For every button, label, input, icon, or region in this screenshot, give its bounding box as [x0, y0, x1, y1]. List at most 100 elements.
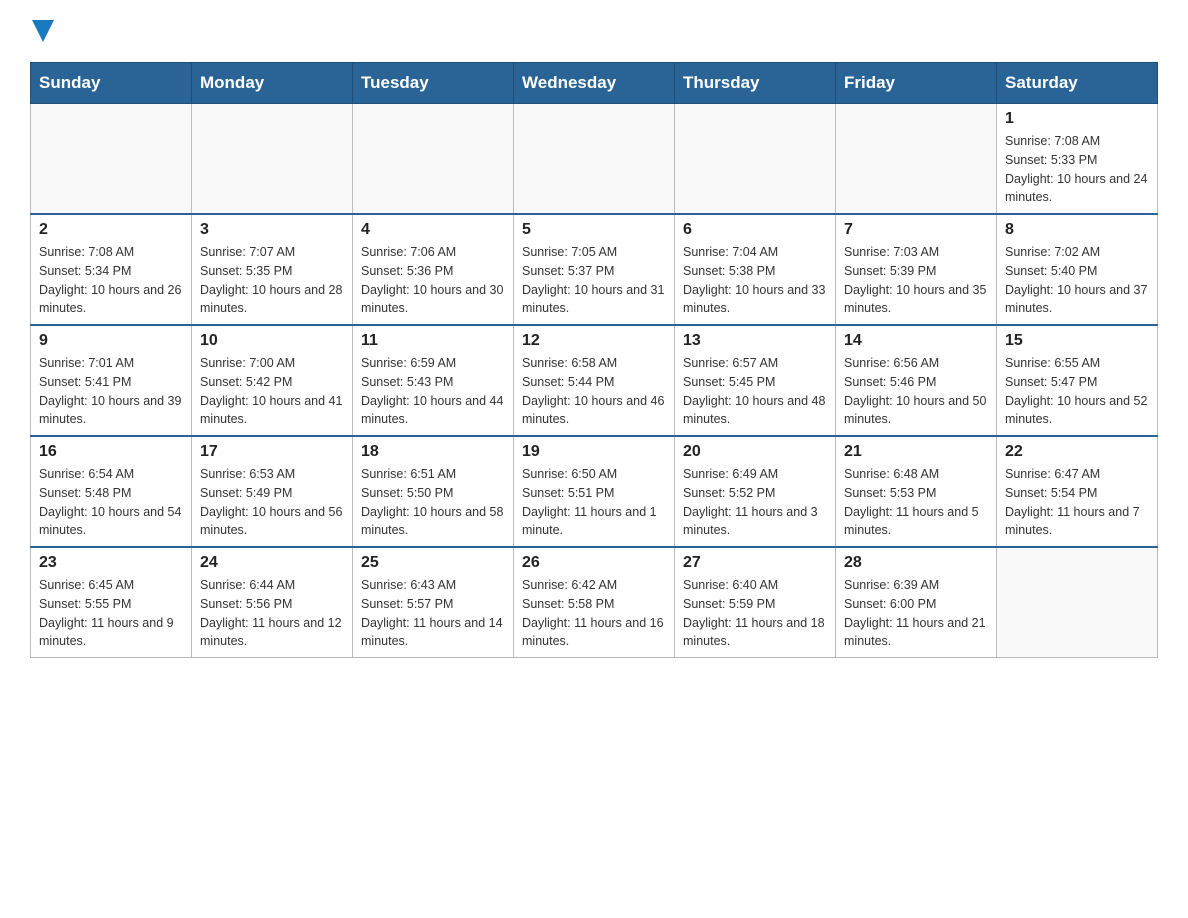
table-row: 17 Sunrise: 6:53 AMSunset: 5:49 PMDayligh… — [192, 436, 353, 547]
day-number: 7 — [844, 221, 988, 239]
page-header — [30, 20, 1158, 42]
table-row: 25 Sunrise: 6:43 AMSunset: 5:57 PMDayligh… — [353, 547, 514, 658]
day-info: Sunrise: 7:02 AMSunset: 5:40 PMDaylight:… — [1005, 243, 1149, 318]
table-row — [675, 104, 836, 215]
day-info: Sunrise: 6:47 AMSunset: 5:54 PMDaylight:… — [1005, 465, 1149, 540]
table-row: 1 Sunrise: 7:08 AMSunset: 5:33 PMDaylight… — [997, 104, 1158, 215]
table-row: 3 Sunrise: 7:07 AMSunset: 5:35 PMDaylight… — [192, 214, 353, 325]
day-info: Sunrise: 6:54 AMSunset: 5:48 PMDaylight:… — [39, 465, 183, 540]
table-row: 23 Sunrise: 6:45 AMSunset: 5:55 PMDayligh… — [31, 547, 192, 658]
day-number: 1 — [1005, 110, 1149, 128]
day-info: Sunrise: 6:45 AMSunset: 5:55 PMDaylight:… — [39, 576, 183, 651]
table-row: 20 Sunrise: 6:49 AMSunset: 5:52 PMDayligh… — [675, 436, 836, 547]
day-number: 17 — [200, 443, 344, 461]
day-info: Sunrise: 7:00 AMSunset: 5:42 PMDaylight:… — [200, 354, 344, 429]
header-saturday: Saturday — [997, 63, 1158, 104]
table-row: 6 Sunrise: 7:04 AMSunset: 5:38 PMDaylight… — [675, 214, 836, 325]
header-tuesday: Tuesday — [353, 63, 514, 104]
day-number: 5 — [522, 221, 666, 239]
day-number: 10 — [200, 332, 344, 350]
day-info: Sunrise: 7:07 AMSunset: 5:35 PMDaylight:… — [200, 243, 344, 318]
table-row: 22 Sunrise: 6:47 AMSunset: 5:54 PMDayligh… — [997, 436, 1158, 547]
table-row: 12 Sunrise: 6:58 AMSunset: 5:44 PMDayligh… — [514, 325, 675, 436]
calendar-week-row: 1 Sunrise: 7:08 AMSunset: 5:33 PMDaylight… — [31, 104, 1158, 215]
calendar-week-row: 16 Sunrise: 6:54 AMSunset: 5:48 PMDayligh… — [31, 436, 1158, 547]
day-number: 9 — [39, 332, 183, 350]
day-number: 25 — [361, 554, 505, 572]
table-row: 26 Sunrise: 6:42 AMSunset: 5:58 PMDayligh… — [514, 547, 675, 658]
calendar-week-row: 2 Sunrise: 7:08 AMSunset: 5:34 PMDaylight… — [31, 214, 1158, 325]
day-info: Sunrise: 7:08 AMSunset: 5:34 PMDaylight:… — [39, 243, 183, 318]
table-row: 4Sunrise: 7:06 AMSunset: 5:36 PMDaylight… — [353, 214, 514, 325]
day-info: Sunrise: 7:05 AMSunset: 5:37 PMDaylight:… — [522, 243, 666, 318]
day-number: 8 — [1005, 221, 1149, 239]
day-info: Sunrise: 6:59 AMSunset: 5:43 PMDaylight:… — [361, 354, 505, 429]
day-number: 20 — [683, 443, 827, 461]
day-number: 2 — [39, 221, 183, 239]
day-info: Sunrise: 7:04 AMSunset: 5:38 PMDaylight:… — [683, 243, 827, 318]
day-number: 3 — [200, 221, 344, 239]
table-row: 11 Sunrise: 6:59 AMSunset: 5:43 PMDayligh… — [353, 325, 514, 436]
table-row — [353, 104, 514, 215]
table-row — [514, 104, 675, 215]
day-number: 13 — [683, 332, 827, 350]
day-info: Sunrise: 6:40 AMSunset: 5:59 PMDaylight:… — [683, 576, 827, 651]
table-row: 15 Sunrise: 6:55 AMSunset: 5:47 PMDayligh… — [997, 325, 1158, 436]
day-number: 4 — [361, 221, 505, 239]
day-number: 26 — [522, 554, 666, 572]
day-info: Sunrise: 6:51 AMSunset: 5:50 PMDaylight:… — [361, 465, 505, 540]
table-row: 19 Sunrise: 6:50 AMSunset: 5:51 PMDayligh… — [514, 436, 675, 547]
calendar-table: Sunday Monday Tuesday Wednesday Thursday… — [30, 62, 1158, 658]
table-row: 9 Sunrise: 7:01 AMSunset: 5:41 PMDaylight… — [31, 325, 192, 436]
table-row: 14 Sunrise: 6:56 AMSunset: 5:46 PMDayligh… — [836, 325, 997, 436]
day-number: 14 — [844, 332, 988, 350]
table-row — [997, 547, 1158, 658]
day-info: Sunrise: 6:55 AMSunset: 5:47 PMDaylight:… — [1005, 354, 1149, 429]
day-info: Sunrise: 6:49 AMSunset: 5:52 PMDaylight:… — [683, 465, 827, 540]
logo-arrow-icon — [32, 16, 54, 42]
logo — [30, 20, 54, 42]
table-row: 5 Sunrise: 7:05 AMSunset: 5:37 PMDaylight… — [514, 214, 675, 325]
table-row: 24 Sunrise: 6:44 AMSunset: 5:56 PMDayligh… — [192, 547, 353, 658]
day-info: Sunrise: 6:42 AMSunset: 5:58 PMDaylight:… — [522, 576, 666, 651]
day-info: Sunrise: 7:01 AMSunset: 5:41 PMDaylight:… — [39, 354, 183, 429]
header-wednesday: Wednesday — [514, 63, 675, 104]
table-row — [31, 104, 192, 215]
day-number: 24 — [200, 554, 344, 572]
day-number: 21 — [844, 443, 988, 461]
header-monday: Monday — [192, 63, 353, 104]
table-row: 13 Sunrise: 6:57 AMSunset: 5:45 PMDayligh… — [675, 325, 836, 436]
day-info: Sunrise: 6:56 AMSunset: 5:46 PMDaylight:… — [844, 354, 988, 429]
day-info: Sunrise: 6:50 AMSunset: 5:51 PMDaylight:… — [522, 465, 666, 540]
day-info: Sunrise: 6:43 AMSunset: 5:57 PMDaylight:… — [361, 576, 505, 651]
day-number: 28 — [844, 554, 988, 572]
table-row: 27 Sunrise: 6:40 AMSunset: 5:59 PMDayligh… — [675, 547, 836, 658]
day-number: 22 — [1005, 443, 1149, 461]
day-number: 27 — [683, 554, 827, 572]
day-info: Sunrise: 6:57 AMSunset: 5:45 PMDaylight:… — [683, 354, 827, 429]
day-info: Sunrise: 6:53 AMSunset: 5:49 PMDaylight:… — [200, 465, 344, 540]
day-info: Sunrise: 6:58 AMSunset: 5:44 PMDaylight:… — [522, 354, 666, 429]
day-info: Sunrise: 7:03 AMSunset: 5:39 PMDaylight:… — [844, 243, 988, 318]
table-row: 21Sunrise: 6:48 AMSunset: 5:53 PMDayligh… — [836, 436, 997, 547]
table-row: 7 Sunrise: 7:03 AMSunset: 5:39 PMDaylight… — [836, 214, 997, 325]
calendar-week-row: 23 Sunrise: 6:45 AMSunset: 5:55 PMDayligh… — [31, 547, 1158, 658]
table-row: 10 Sunrise: 7:00 AMSunset: 5:42 PMDayligh… — [192, 325, 353, 436]
day-number: 11 — [361, 332, 505, 350]
day-number: 15 — [1005, 332, 1149, 350]
day-number: 6 — [683, 221, 827, 239]
table-row: 16 Sunrise: 6:54 AMSunset: 5:48 PMDayligh… — [31, 436, 192, 547]
day-info: Sunrise: 6:44 AMSunset: 5:56 PMDaylight:… — [200, 576, 344, 651]
day-number: 12 — [522, 332, 666, 350]
day-number: 16 — [39, 443, 183, 461]
header-thursday: Thursday — [675, 63, 836, 104]
day-number: 23 — [39, 554, 183, 572]
table-row: 18Sunrise: 6:51 AMSunset: 5:50 PMDayligh… — [353, 436, 514, 547]
table-row: 8 Sunrise: 7:02 AMSunset: 5:40 PMDaylight… — [997, 214, 1158, 325]
day-number: 19 — [522, 443, 666, 461]
day-info: Sunrise: 7:08 AMSunset: 5:33 PMDaylight:… — [1005, 132, 1149, 207]
table-row — [836, 104, 997, 215]
table-row: 2 Sunrise: 7:08 AMSunset: 5:34 PMDaylight… — [31, 214, 192, 325]
calendar-week-row: 9 Sunrise: 7:01 AMSunset: 5:41 PMDaylight… — [31, 325, 1158, 436]
table-row: 28Sunrise: 6:39 AMSunset: 6:00 PMDayligh… — [836, 547, 997, 658]
